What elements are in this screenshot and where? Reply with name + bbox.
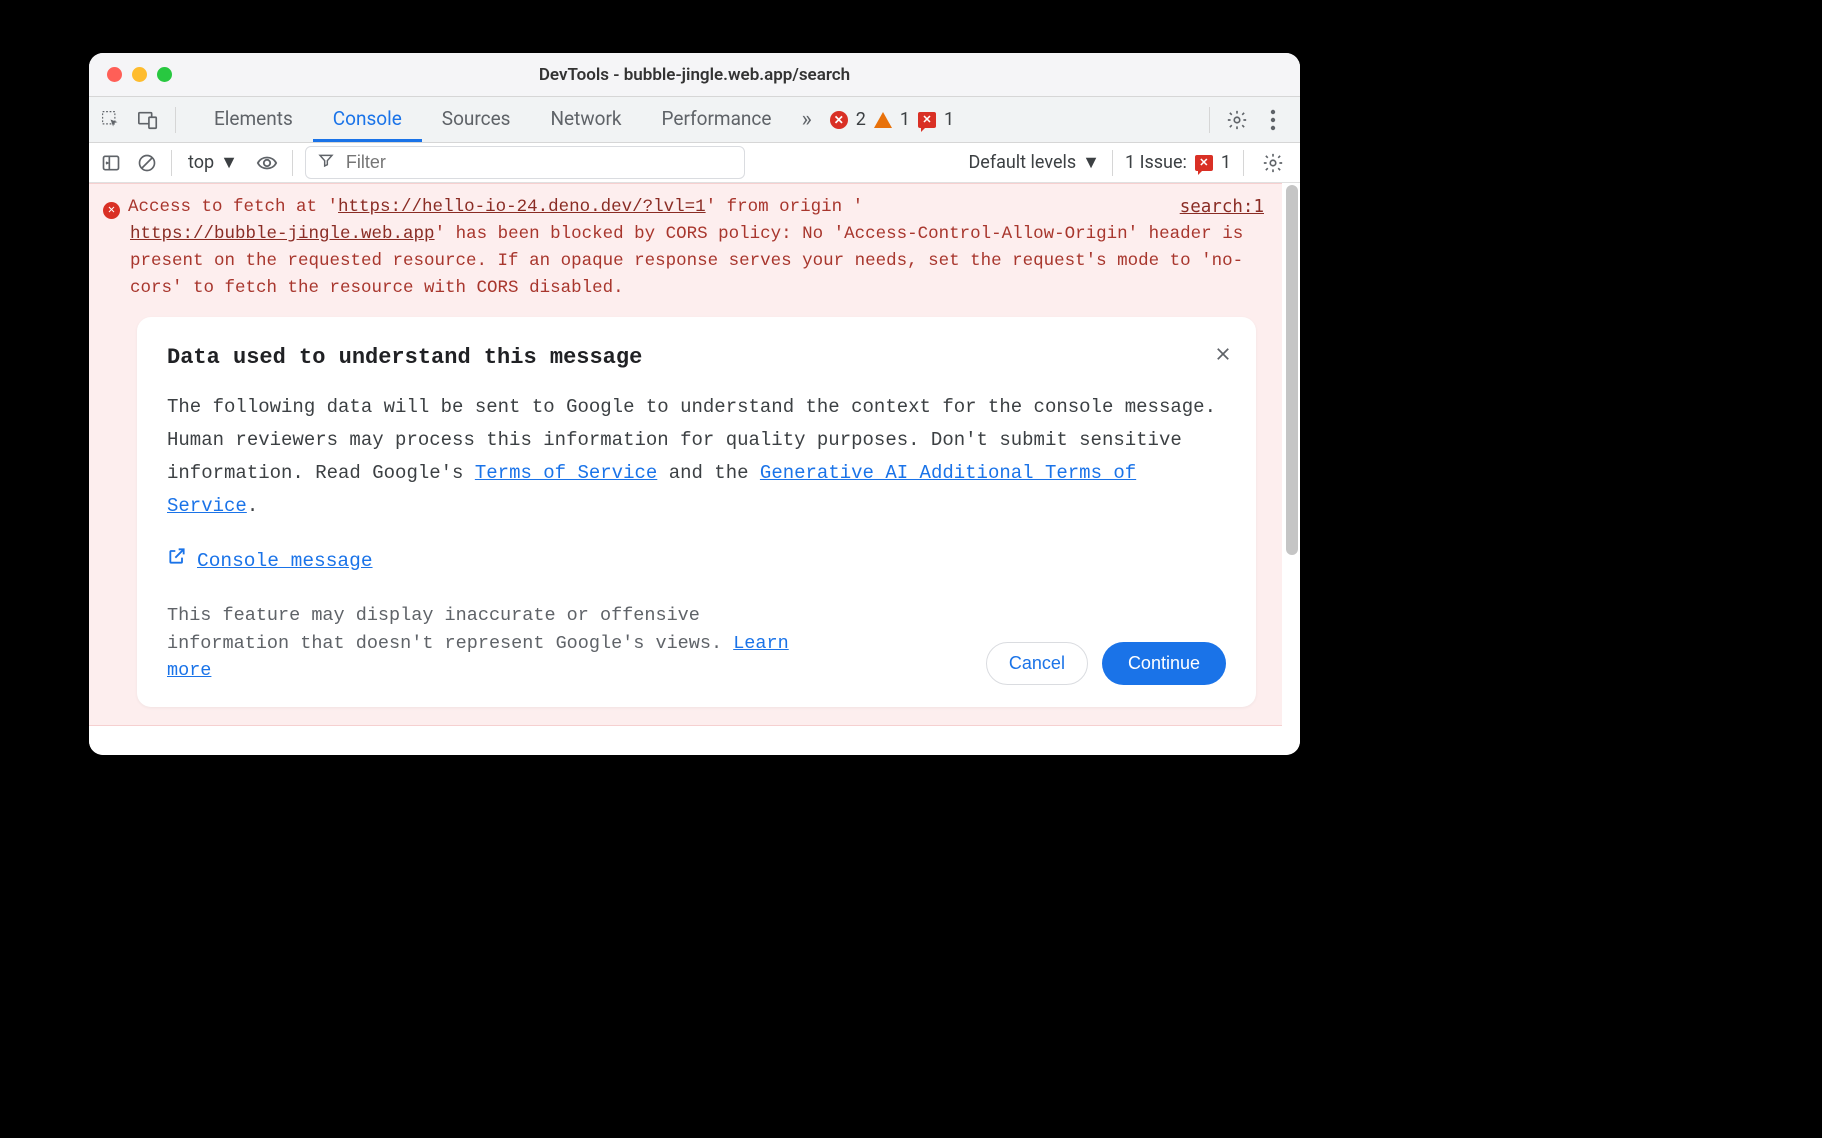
ai-understand-card: Data used to understand this message The… bbox=[137, 317, 1256, 708]
warning-badge-icon[interactable] bbox=[874, 112, 892, 128]
live-expression-icon[interactable] bbox=[254, 150, 280, 176]
tabbar-right bbox=[1209, 105, 1290, 135]
filter-box[interactable] bbox=[305, 146, 745, 179]
inspect-icon[interactable] bbox=[99, 109, 121, 131]
clear-console-icon[interactable] bbox=[135, 151, 159, 175]
divider bbox=[171, 150, 172, 176]
external-link-icon bbox=[167, 546, 187, 576]
sidebar-toggle-icon[interactable] bbox=[99, 151, 123, 175]
error-icon: ✕ bbox=[103, 202, 120, 219]
issue-badge-icon[interactable]: ✕ bbox=[918, 112, 936, 128]
dropdown-icon: ▼ bbox=[1082, 152, 1100, 173]
tab-elements[interactable]: Elements bbox=[194, 97, 313, 142]
console-body: search:1 ✕ Access to fetch at 'https://he… bbox=[89, 183, 1300, 755]
tabbar-left-icons bbox=[99, 107, 194, 133]
error-url-2[interactable]: https://bubble-jingle.web.app bbox=[130, 224, 435, 244]
console-settings-icon[interactable] bbox=[1256, 148, 1290, 178]
tabbar: Elements Console Sources Network Perform… bbox=[89, 97, 1300, 143]
error-count: 2 bbox=[856, 109, 866, 130]
warning-count: 1 bbox=[900, 109, 910, 130]
issues-count: 1 bbox=[1221, 152, 1231, 173]
context-selector[interactable]: top ▼ bbox=[184, 152, 242, 173]
issue-badge-icon: ✕ bbox=[1195, 155, 1213, 171]
ai-body-post: . bbox=[247, 495, 258, 517]
close-icon[interactable] bbox=[1214, 343, 1232, 374]
continue-button[interactable]: Continue bbox=[1102, 642, 1226, 685]
devtools-window: DevTools - bubble-jingle.web.app/search … bbox=[89, 53, 1300, 755]
console-toolbar: top ▼ Default levels ▼ 1 Issue: ✕ 1 bbox=[89, 143, 1300, 183]
issue-count: 1 bbox=[944, 109, 954, 130]
divider bbox=[292, 150, 293, 176]
disclaimer-text: This feature may display inaccurate or o… bbox=[167, 605, 733, 654]
tab-performance[interactable]: Performance bbox=[642, 97, 792, 142]
console-message-link-row[interactable]: Console message bbox=[167, 546, 1226, 576]
tab-sources[interactable]: Sources bbox=[422, 97, 531, 142]
maximize-window-button[interactable] bbox=[157, 67, 172, 82]
error-text-prefix: Access to fetch at ' bbox=[128, 197, 338, 217]
ai-card-buttons: Cancel Continue bbox=[986, 642, 1226, 685]
divider bbox=[1243, 150, 1244, 176]
dropdown-icon: ▼ bbox=[220, 152, 238, 173]
levels-selector[interactable]: Default levels ▼ bbox=[968, 152, 1100, 173]
traffic-lights bbox=[89, 67, 172, 82]
divider bbox=[1209, 107, 1210, 133]
window-title: DevTools - bubble-jingle.web.app/search bbox=[89, 65, 1300, 85]
kebab-menu-icon[interactable] bbox=[1264, 105, 1282, 135]
ai-card-body: The following data will be sent to Googl… bbox=[167, 391, 1226, 524]
issues-label: 1 Issue: bbox=[1125, 152, 1187, 173]
minimize-window-button[interactable] bbox=[132, 67, 147, 82]
ai-card-title: Data used to understand this message bbox=[167, 341, 1226, 375]
ai-body-mid: and the bbox=[657, 462, 760, 484]
tos-link[interactable]: Terms of Service bbox=[475, 462, 657, 484]
settings-icon[interactable] bbox=[1220, 105, 1254, 135]
status-counters: ✕ 2 1 ✕ 1 bbox=[822, 109, 962, 130]
scrollbar[interactable] bbox=[1286, 185, 1298, 555]
error-source-link[interactable]: search:1 bbox=[1180, 194, 1264, 221]
error-badge-icon[interactable]: ✕ bbox=[830, 111, 848, 129]
issues-indicator[interactable]: 1 Issue: ✕ 1 bbox=[1125, 152, 1231, 173]
device-toggle-icon[interactable] bbox=[137, 109, 159, 131]
tab-network[interactable]: Network bbox=[530, 97, 641, 142]
tab-console[interactable]: Console bbox=[313, 97, 422, 142]
error-text-mid1: ' from origin ' bbox=[706, 197, 864, 217]
titlebar: DevTools - bubble-jingle.web.app/search bbox=[89, 53, 1300, 97]
console-error-row[interactable]: search:1 ✕ Access to fetch at 'https://he… bbox=[89, 183, 1282, 726]
cancel-button[interactable]: Cancel bbox=[986, 642, 1088, 685]
more-tabs-icon[interactable]: » bbox=[791, 107, 821, 132]
console-message-link[interactable]: Console message bbox=[197, 546, 373, 576]
context-label: top bbox=[188, 152, 214, 173]
error-url-1[interactable]: https://hello-io-24.deno.dev/?lvl=1 bbox=[338, 197, 706, 217]
close-window-button[interactable] bbox=[107, 67, 122, 82]
filter-icon bbox=[318, 152, 334, 173]
levels-label: Default levels bbox=[968, 152, 1076, 173]
tabs: Elements Console Sources Network Perform… bbox=[194, 97, 791, 142]
ai-card-footer: This feature may display inaccurate or o… bbox=[167, 602, 1226, 685]
divider bbox=[175, 107, 176, 133]
ai-disclaimer: This feature may display inaccurate or o… bbox=[167, 602, 817, 685]
filter-input[interactable] bbox=[344, 151, 732, 174]
divider bbox=[1112, 150, 1113, 176]
